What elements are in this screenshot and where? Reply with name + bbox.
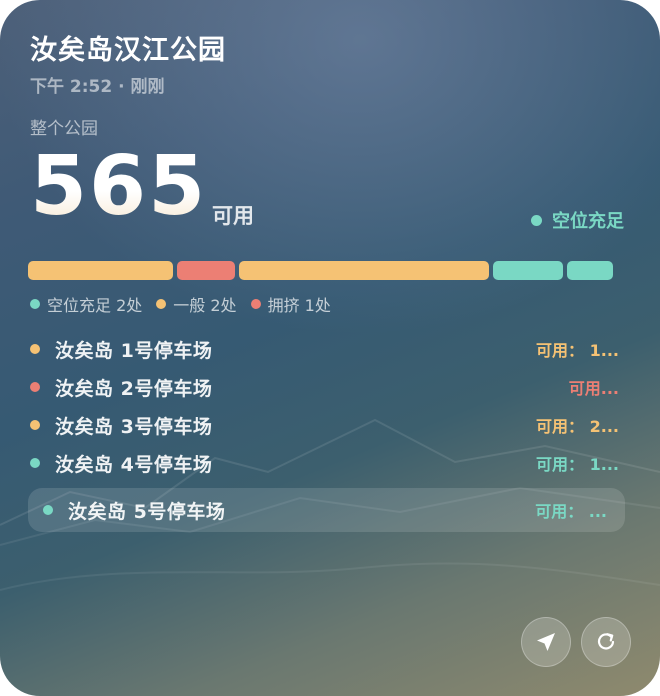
status-dot (531, 214, 542, 226)
lot-status-dot (30, 382, 40, 392)
legend-item-normal: 一般 2处 (156, 292, 237, 316)
occupancy-segment-normal (239, 261, 490, 280)
locate-button[interactable] (521, 617, 571, 667)
available-unit: 可用 (212, 204, 254, 228)
location-arrow-icon (537, 633, 555, 651)
lot-availability: 可用... (568, 379, 619, 398)
available-count: 565 (30, 139, 208, 234)
legend: 空位充足 2处 一般 2处 拥挤 1处 (30, 292, 331, 316)
lot-availability: 可用： 1... (536, 341, 619, 360)
occupancy-segment-ample (493, 261, 563, 280)
legend-dot (30, 299, 40, 309)
lot-name: 汝矣岛 2号停车场 (55, 377, 213, 400)
park-title: 汝矣岛汉江公园 (30, 35, 226, 66)
parking-widget: 汝矣岛汉江公园 下午 2:52 · 刚刚 整个公园 565 可用 空位充足 空位… (0, 0, 660, 696)
scope-label: 整个公园 (30, 119, 98, 139)
occupancy-segment-ample (566, 261, 614, 280)
legend-label: 一般 2处 (173, 296, 237, 315)
parking-lot-item[interactable]: 汝矣岛 2号停车场 可用... (28, 368, 625, 406)
refresh-icon (597, 633, 615, 650)
lot-status-dot (30, 344, 40, 354)
lot-availability: 可用： 2... (536, 417, 619, 436)
legend-dot (156, 299, 167, 309)
parking-lot-item[interactable]: 汝矣岛 1号停车场 可用： 1... (28, 330, 625, 368)
parking-lot-item[interactable]: 汝矣岛 4号停车场 可用： 1... (28, 444, 625, 482)
refresh-button[interactable] (581, 617, 631, 667)
lot-name: 汝矣岛 1号停车场 (55, 339, 213, 362)
lot-name: 汝矣岛 5号停车场 (68, 500, 226, 523)
lot-availability: 可用： 1... (536, 455, 619, 474)
occupancy-segment-crowded (177, 261, 236, 280)
parking-lot-list: 汝矣岛 1号停车场 可用： 1... 汝矣岛 2号停车场 可用... 汝矣岛 3号停车场… (28, 330, 625, 532)
parking-lot-item[interactable]: 汝矣岛 5号停车场 可用： ... (28, 488, 625, 532)
lot-status-dot (30, 420, 40, 430)
legend-label: 拥挤 1处 (267, 296, 331, 315)
update-time: 下午 2:52 · 刚刚 (30, 77, 165, 97)
legend-label: 空位充足 2处 (47, 296, 143, 315)
occupancy-segment-normal (28, 261, 174, 280)
lot-availability: 可用： ... (535, 502, 607, 521)
legend-dot (250, 299, 261, 309)
lot-status-dot (30, 458, 40, 468)
status-label: 空位充足 (552, 211, 624, 232)
occupancy-bar (28, 261, 625, 280)
legend-item-ample: 空位充足 2处 (30, 292, 142, 316)
lot-name: 汝矣岛 3号停车场 (55, 415, 213, 438)
overall-status: 空位充足 (531, 207, 624, 233)
lot-name: 汝矣岛 4号停车场 (55, 453, 213, 476)
parking-lot-item[interactable]: 汝矣岛 3号停车场 可用： 2... (28, 406, 625, 444)
lot-status-dot (43, 505, 53, 515)
legend-item-crowded: 拥挤 1处 (250, 292, 331, 316)
